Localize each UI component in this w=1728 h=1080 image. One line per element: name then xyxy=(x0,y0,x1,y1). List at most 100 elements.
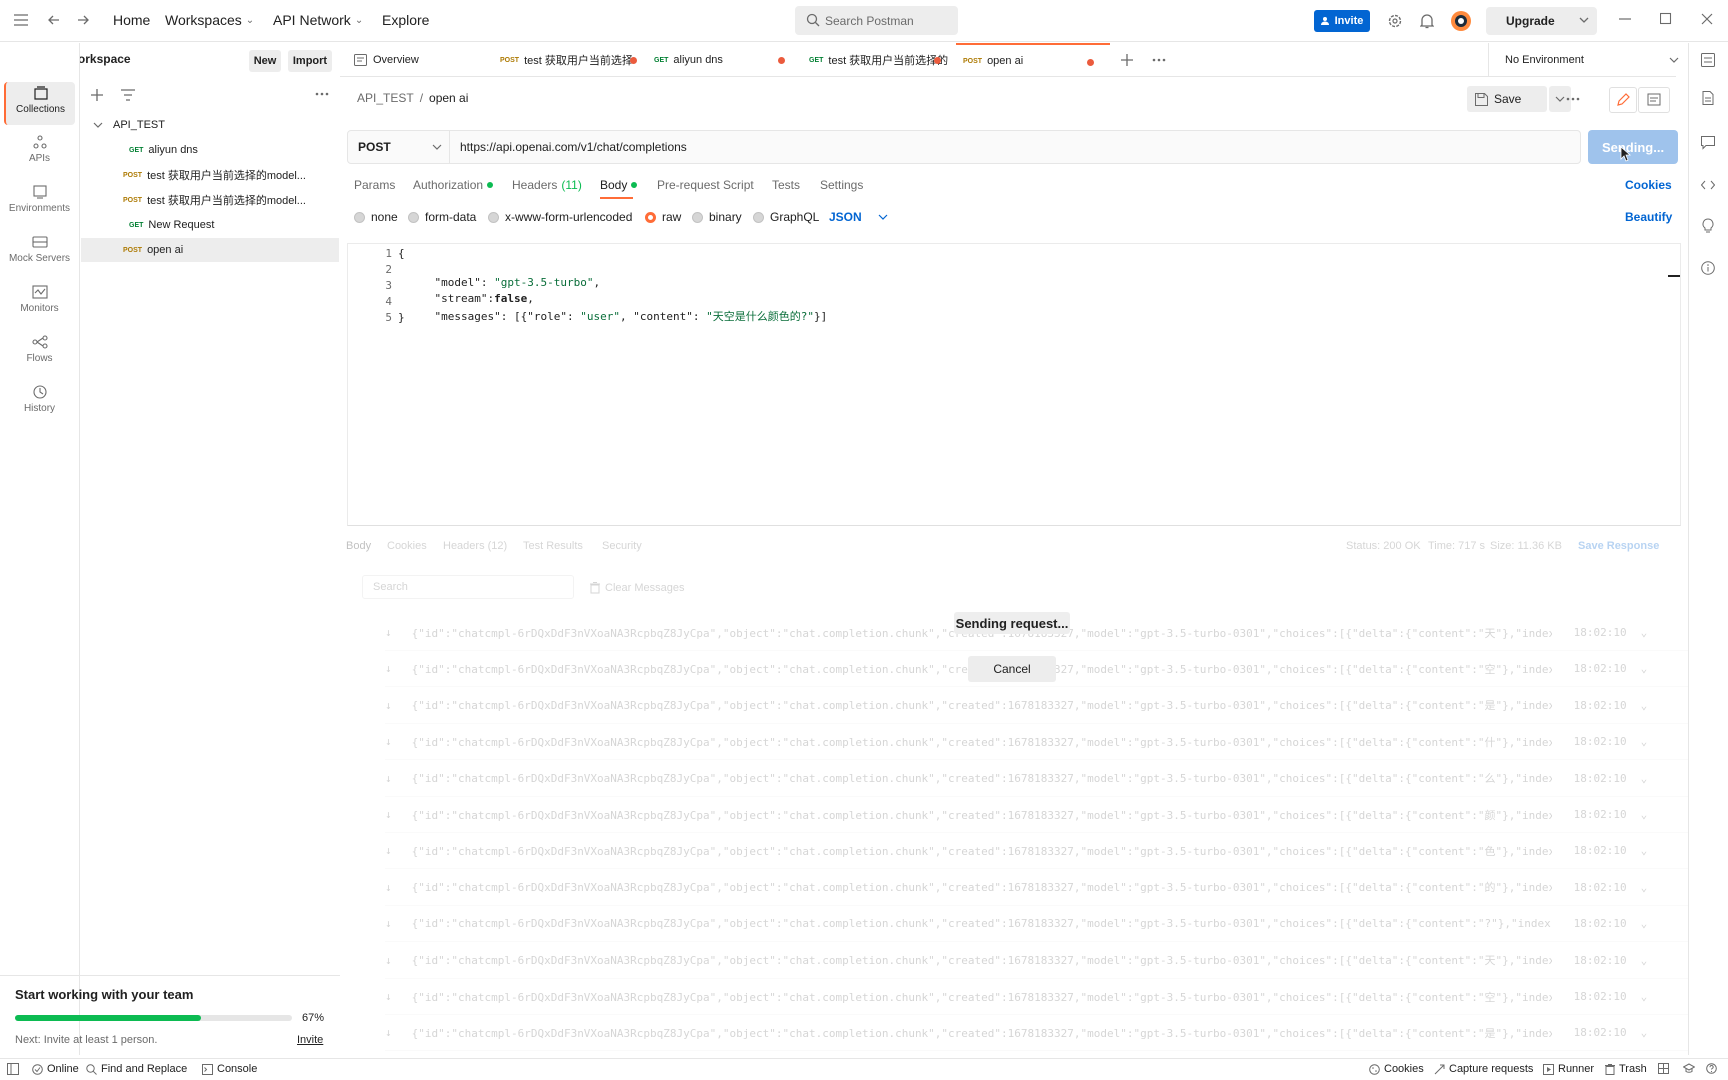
settings-gear-icon[interactable] xyxy=(1387,13,1403,29)
tab-headers[interactable]: Headers (11) xyxy=(512,178,582,192)
layout-icon[interactable] xyxy=(1658,1063,1669,1074)
tab-test-model-2[interactable]: GET test 获取用户当前选择的 xyxy=(809,43,963,77)
avatar[interactable] xyxy=(1450,10,1472,32)
tree-item-new-request[interactable]: GET New Request xyxy=(81,213,339,237)
chevron-down-icon[interactable]: ⌄ xyxy=(1641,917,1648,930)
trash-button[interactable]: Trash xyxy=(1605,1063,1647,1075)
tab-authorization[interactable]: Authorization xyxy=(413,178,494,192)
beautify-link[interactable]: Beautify xyxy=(1625,210,1672,224)
online-status[interactable]: Online xyxy=(32,1063,79,1075)
comment-view-icon[interactable] xyxy=(1638,87,1670,113)
save-button[interactable]: Save xyxy=(1467,86,1547,112)
radio-raw[interactable]: raw xyxy=(645,210,681,224)
stream-message-row[interactable]: ↓{"id":"chatcmpl-6rDQxDdF3nVXoaNA3RcpbqZ… xyxy=(385,979,1688,1015)
request-more-icon[interactable] xyxy=(1566,97,1580,101)
tab-aliyun-dns[interactable]: GET aliyun dns xyxy=(654,43,808,77)
workspaces-menu[interactable]: Workspaces ⌄ xyxy=(165,12,254,28)
environment-select[interactable]: No Environment xyxy=(1488,43,1679,77)
back-arrow-icon[interactable] xyxy=(48,14,60,26)
collection-folder[interactable]: API_TEST xyxy=(81,113,339,137)
new-tab-icon[interactable] xyxy=(1121,54,1133,66)
radio-binary[interactable]: binary xyxy=(692,210,742,224)
stream-message-row[interactable]: ↓{"id":"chatcmpl-6rDQxDdF3nVXoaNA3RcpbqZ… xyxy=(385,688,1688,724)
format-select[interactable]: JSON xyxy=(829,210,888,224)
radio-form-data[interactable]: form-data xyxy=(408,210,476,224)
rail-flows[interactable]: Flows xyxy=(4,331,75,374)
code-icon[interactable] xyxy=(1701,178,1715,192)
chevron-down-icon[interactable]: ⌄ xyxy=(1641,844,1648,857)
chevron-down-icon[interactable]: ⌄ xyxy=(1641,662,1648,675)
chevron-down-icon[interactable]: ⌄ xyxy=(1641,881,1648,894)
edit-pencil-icon[interactable] xyxy=(1609,87,1637,113)
maximize-icon[interactable] xyxy=(1660,12,1672,26)
response-tab-cookies[interactable]: Cookies xyxy=(387,540,427,552)
close-icon[interactable] xyxy=(1701,12,1713,26)
home-link[interactable]: Home xyxy=(113,12,150,28)
stream-message-row[interactable]: ↓{"id":"chatcmpl-6rDQxDdF3nVXoaNA3RcpbqZ… xyxy=(385,724,1688,761)
tree-item-test-model-2[interactable]: POST test 获取用户当前选择的model... xyxy=(81,188,339,212)
chevron-down-icon[interactable]: ⌄ xyxy=(1641,772,1648,785)
tab-body[interactable]: Body xyxy=(600,178,638,192)
tree-item-test-model-1[interactable]: POST test 获取用户当前选择的model... xyxy=(81,163,339,187)
body-editor[interactable]: 1 2 3 4 5 { "model": "gpt-3.5-turbo", "s… xyxy=(347,243,1681,526)
response-tab-test-results[interactable]: Test Results xyxy=(523,540,583,552)
response-tab-body[interactable]: Body xyxy=(346,540,371,552)
rail-mock-servers[interactable]: Mock Servers xyxy=(4,231,75,274)
stream-message-row[interactable]: ↓{"id":"chatcmpl-6rDQxDdF3nVXoaNA3RcpbqZ… xyxy=(385,906,1688,943)
response-tab-headers[interactable]: Headers (12) xyxy=(443,540,507,552)
chevron-down-icon[interactable]: ⌄ xyxy=(1641,626,1648,639)
tab-prerequest-script[interactable]: Pre-request Script xyxy=(657,178,754,192)
tab-more-icon[interactable] xyxy=(1152,58,1166,62)
breadcrumb-collection[interactable]: API_TEST xyxy=(357,91,414,105)
stream-message-row[interactable]: ↓{"id":"chatcmpl-6rDQxDdF3nVXoaNA3RcpbqZ… xyxy=(385,1052,1688,1055)
upgrade-button[interactable]: Upgrade xyxy=(1486,7,1597,35)
radio-graphql[interactable]: GraphQL xyxy=(753,210,819,224)
new-button[interactable]: New xyxy=(249,50,281,72)
cookies-button[interactable]: Cookies xyxy=(1369,1063,1424,1075)
chevron-down-icon[interactable] xyxy=(1579,16,1589,24)
radio-urlencoded[interactable]: x-www-form-urlencoded xyxy=(488,210,632,224)
stream-message-row[interactable]: ↓{"id":"chatcmpl-6rDQxDdF3nVXoaNA3RcpbqZ… xyxy=(385,833,1688,870)
invite-button[interactable]: Invite xyxy=(1314,10,1370,32)
stream-message-row[interactable]: ↓{"id":"chatcmpl-6rDQxDdF3nVXoaNA3RcpbqZ… xyxy=(385,761,1688,797)
toggle-sidebar-icon[interactable] xyxy=(7,1063,19,1075)
forward-arrow-icon[interactable] xyxy=(77,14,89,26)
tab-overview[interactable]: Overview xyxy=(346,43,486,77)
cancel-button[interactable]: Cancel xyxy=(968,656,1056,682)
invite-link[interactable]: Invite xyxy=(297,1034,323,1046)
tab-settings[interactable]: Settings xyxy=(820,178,863,192)
chevron-down-icon[interactable]: ⌄ xyxy=(1641,735,1648,748)
tab-tests[interactable]: Tests xyxy=(772,178,800,192)
rail-monitors[interactable]: Monitors xyxy=(4,281,75,324)
console-button[interactable]: Console xyxy=(202,1063,257,1075)
explore-link[interactable]: Explore xyxy=(382,12,429,28)
help-icon[interactable] xyxy=(1706,1063,1717,1074)
editor-scrollbar[interactable] xyxy=(1668,275,1680,277)
method-select[interactable]: POST xyxy=(348,131,450,163)
documentation-icon[interactable] xyxy=(1701,91,1715,105)
url-input[interactable]: https://api.openai.com/v1/chat/completio… xyxy=(460,140,687,154)
tab-params[interactable]: Params xyxy=(354,178,395,192)
notifications-bell-icon[interactable] xyxy=(1420,13,1434,29)
tab-test-model[interactable]: POST test 获取用户当前选择 xyxy=(500,43,654,77)
info-icon[interactable] xyxy=(1701,261,1715,275)
response-tab-security[interactable]: Security xyxy=(602,540,642,552)
api-network-menu[interactable]: API Network ⌄ xyxy=(273,12,363,28)
search-input[interactable]: Search Postman xyxy=(795,6,958,35)
import-button[interactable]: Import xyxy=(288,50,332,72)
environment-quicklook-icon[interactable] xyxy=(1701,53,1715,67)
cookies-link[interactable]: Cookies xyxy=(1625,178,1672,192)
radio-none[interactable]: none xyxy=(354,210,398,224)
save-response-button[interactable]: Save Response xyxy=(1578,540,1659,552)
rail-environments[interactable]: Environments xyxy=(4,181,75,224)
breadcrumb-request[interactable]: open ai xyxy=(429,91,468,105)
clear-messages-button[interactable]: Clear Messages xyxy=(590,582,684,594)
bootcamp-icon[interactable] xyxy=(1683,1063,1695,1074)
capture-requests-button[interactable]: Capture requests xyxy=(1434,1063,1533,1075)
send-button[interactable]: Sending... xyxy=(1588,130,1678,164)
stream-message-row[interactable]: ↓{"id":"chatcmpl-6rDQxDdF3nVXoaNA3RcpbqZ… xyxy=(385,797,1688,833)
tree-item-open-ai[interactable]: POST open ai xyxy=(81,238,339,262)
comments-icon[interactable] xyxy=(1701,136,1715,150)
chevron-down-icon[interactable]: ⌄ xyxy=(1641,954,1648,967)
tree-item-aliyun-dns[interactable]: GET aliyun dns xyxy=(81,138,339,162)
